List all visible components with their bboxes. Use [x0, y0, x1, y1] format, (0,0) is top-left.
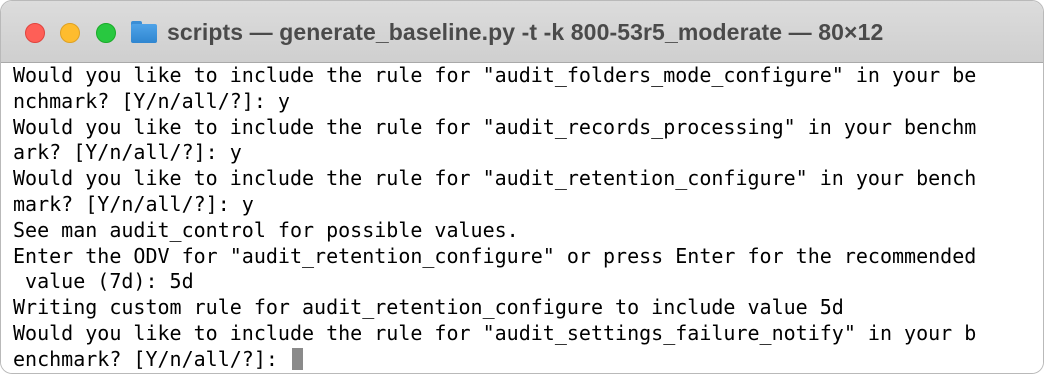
window-title: scripts — generate_baseline.py -t -k 800…: [167, 18, 884, 45]
terminal-line-text: enchmark? [Y/n/all/?]:: [13, 346, 290, 371]
terminal-line: Writing custom rule for audit_retention_…: [13, 295, 844, 320]
terminal-line: Would you like to include the rule for "…: [13, 63, 977, 87]
terminal-line: Would you like to include the rule for "…: [13, 320, 977, 345]
maximize-button[interactable]: [96, 23, 116, 43]
title-wrap: scripts — generate_baseline.py -t -k 800…: [131, 1, 883, 63]
terminal-line: ark? [Y/n/all/?]: y: [13, 140, 242, 165]
close-button[interactable]: [25, 23, 45, 43]
terminal-line: Would you like to include the rule for "…: [13, 166, 977, 191]
terminal-prompt-line: enchmark? [Y/n/all/?]:: [13, 347, 1043, 373]
terminal-line: Would you like to include the rule for "…: [13, 114, 977, 139]
text-cursor: [291, 347, 303, 370]
terminal-output[interactable]: Would you like to include the rule for "…: [1, 63, 1043, 373]
minimize-button[interactable]: [60, 23, 80, 43]
folder-icon: [131, 21, 157, 43]
terminal-line: See man audit_control for possible value…: [13, 217, 519, 242]
title-bar[interactable]: scripts — generate_baseline.py -t -k 800…: [1, 1, 1043, 63]
terminal-window: scripts — generate_baseline.py -t -k 800…: [0, 0, 1044, 374]
terminal-line: mark? [Y/n/all/?]: y: [13, 191, 254, 216]
terminal-line: value (7d): 5d: [13, 269, 194, 294]
terminal-line: Enter the ODV for "audit_retention_confi…: [13, 243, 977, 268]
terminal-line: nchmark? [Y/n/all/?]: y: [13, 88, 290, 113]
